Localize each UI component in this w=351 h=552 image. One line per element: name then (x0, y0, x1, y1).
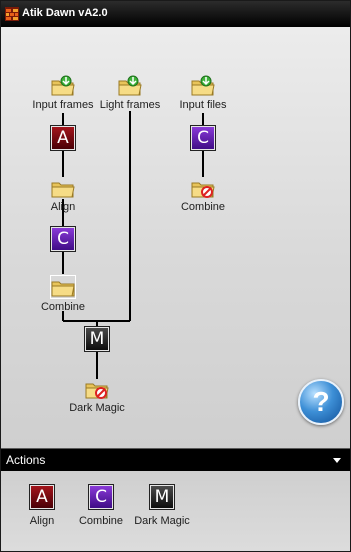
chevron-down-icon[interactable] (330, 453, 344, 467)
node-light-frames[interactable]: Light frames (90, 75, 170, 111)
palette-item-label: Align (29, 515, 55, 527)
palette-item-align[interactable]: A Align (12, 485, 72, 527)
title-bar[interactable]: Atik Dawn vA2.0 (1, 1, 350, 27)
folder-disabled-icon (191, 182, 215, 198)
folder-green-arrow-icon (191, 75, 215, 96)
node-label: Align (50, 201, 76, 213)
help-button[interactable]: ? (298, 379, 344, 425)
node-label: Combine (40, 301, 86, 313)
palette-item-combine[interactable]: C Combine (71, 485, 131, 527)
align-action-icon: A (30, 485, 54, 509)
node-label: Input files (179, 99, 227, 111)
palette-item-label: Combine (78, 515, 124, 527)
folder-green-arrow-icon (118, 75, 142, 96)
workflow-canvas[interactable]: Input frames Light frames Input files A (1, 27, 350, 448)
dark-magic-action-icon: M (150, 485, 174, 509)
app-window: Atik Dawn vA2.0 Input frames Light frame… (0, 0, 351, 552)
folder-green-arrow-icon (51, 75, 75, 96)
node-label: Light frames (99, 99, 161, 111)
dark-magic-action-node[interactable]: M (85, 327, 109, 351)
palette-item-label: Dark Magic (134, 515, 190, 527)
node-label: Combine (180, 201, 226, 213)
combine-action-node[interactable]: C (51, 227, 75, 251)
actions-palette: A Align C Combine M Dark Magic (1, 471, 350, 551)
folder-icon (51, 182, 75, 198)
node-label: Dark Magic (69, 402, 125, 414)
node-dark-magic[interactable]: Dark Magic (57, 378, 137, 414)
window-title: Atik Dawn vA2.0 (22, 7, 108, 19)
actions-title: Actions (6, 453, 46, 467)
app-logo-icon (5, 7, 19, 21)
palette-item-dark-magic[interactable]: M Dark Magic (132, 485, 192, 527)
node-combine-selected[interactable]: Combine (23, 275, 103, 313)
folder-selected-icon (50, 275, 76, 299)
node-input-files[interactable]: Input files (163, 75, 243, 111)
align-action-node[interactable]: A (51, 126, 75, 150)
combine-action-node[interactable]: C (191, 126, 215, 150)
folder-disabled-icon (85, 383, 109, 399)
actions-panel-header[interactable]: Actions (1, 448, 350, 471)
combine-action-icon: C (89, 485, 113, 509)
node-align[interactable]: Align (23, 177, 103, 213)
node-combine-disabled[interactable]: Combine (163, 177, 243, 213)
